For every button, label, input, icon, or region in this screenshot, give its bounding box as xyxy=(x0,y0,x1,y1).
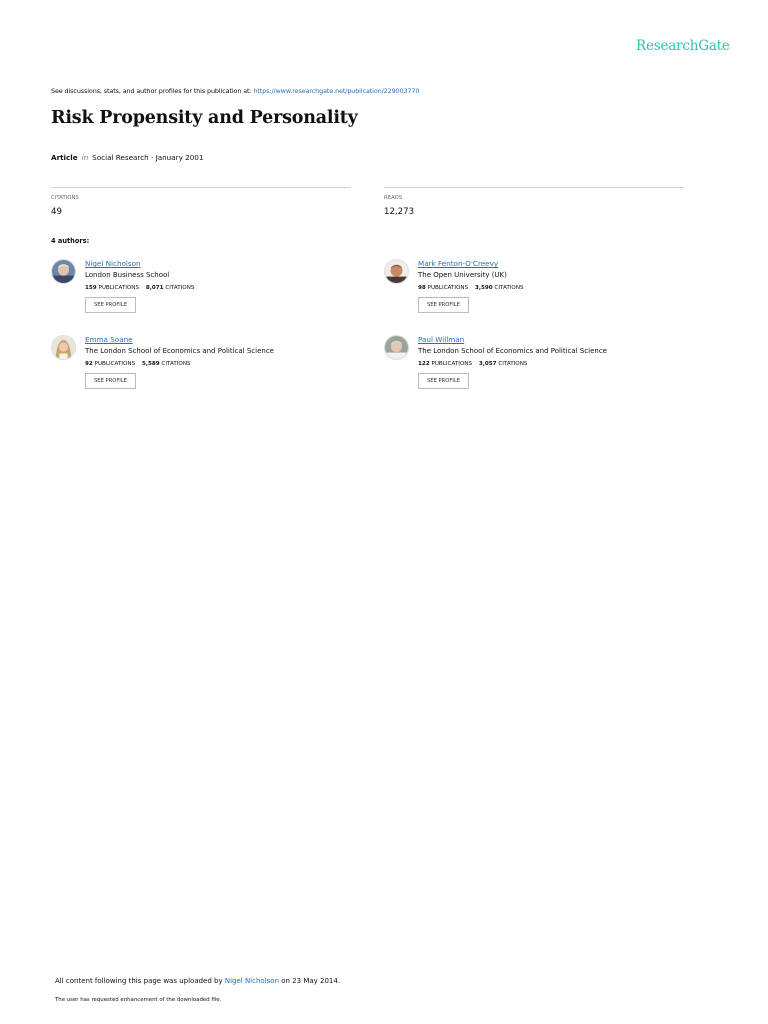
publications-count: 92 xyxy=(85,361,93,367)
publications-count: 159 xyxy=(85,285,97,291)
author-institution: The London School of Economics and Polit… xyxy=(85,347,274,355)
author-card: Nigel Nicholson London Business School 1… xyxy=(51,259,351,329)
citations-count: 5,589 xyxy=(141,361,160,367)
citations-label: CITATIONS xyxy=(51,195,79,201)
author-institution: The Open University (UK) xyxy=(418,271,507,279)
citations-count: 3,590 xyxy=(474,285,493,291)
upload-suffix: on 23 May 2014. xyxy=(279,977,341,985)
publications-count: 98 xyxy=(418,285,426,291)
publication-meta: Article in Social Research · January 2001 xyxy=(51,153,203,162)
author-stats: 122 PUBLICATIONS 3,057 CITATIONS xyxy=(418,361,607,367)
author-stats: 159 PUBLICATIONS 8,071 CITATIONS xyxy=(85,285,199,291)
see-profile-button[interactable]: SEE PROFILE xyxy=(418,373,469,389)
upload-notice: All content following this page was uplo… xyxy=(55,977,340,985)
author-institution: London Business School xyxy=(85,271,170,279)
author-card: Mark Fenton-O'Creevy The Open University… xyxy=(384,259,684,329)
citations-count: 3,057 xyxy=(478,361,497,367)
publication-title: Risk Propensity and Personality xyxy=(51,108,358,128)
author-avatar[interactable] xyxy=(384,335,409,360)
reads-value: 12,273 xyxy=(384,207,415,217)
reads-stat: READS 12,273 xyxy=(384,187,684,217)
publication-type: Article xyxy=(51,153,78,162)
publication-link[interactable]: https://www.researchgate.net/publication… xyxy=(253,87,419,95)
see-profile-button[interactable]: SEE PROFILE xyxy=(85,297,136,313)
author-stats: 98 PUBLICATIONS 3,590 CITATIONS xyxy=(418,285,529,291)
uploader-link[interactable]: Nigel Nicholson xyxy=(225,977,279,985)
citations-value: 49 xyxy=(51,207,62,217)
publications-label: PUBLICATIONS xyxy=(427,285,469,291)
author-name[interactable]: Mark Fenton-O'Creevy xyxy=(418,259,529,268)
publications-label: PUBLICATIONS xyxy=(98,285,140,291)
author-avatar[interactable] xyxy=(384,259,409,284)
citations-stat: CITATIONS 49 xyxy=(51,187,351,217)
reads-label: READS xyxy=(384,195,403,201)
author-stats: 92 PUBLICATIONS 5,589 CITATIONS xyxy=(85,361,274,367)
see-profile-button[interactable]: SEE PROFILE xyxy=(418,297,469,313)
citations-count: 8,071 xyxy=(145,285,164,291)
in-word: in xyxy=(81,153,89,162)
publications-count: 122 xyxy=(418,361,430,367)
author-avatar[interactable] xyxy=(51,259,76,284)
publication-venue: Social Research · January 2001 xyxy=(92,153,204,162)
author-card: Emma Soane The London School of Economic… xyxy=(51,335,351,405)
enhancement-note: The user has requested enhancement of th… xyxy=(55,997,222,1003)
upload-prefix: All content following this page was uplo… xyxy=(55,977,225,985)
researchgate-logo[interactable]: ResearchGate xyxy=(636,38,730,54)
publications-label: PUBLICATIONS xyxy=(94,361,136,367)
author-avatar[interactable] xyxy=(51,335,76,360)
discussion-text: See discussions, stats, and author profi… xyxy=(51,87,254,95)
author-name[interactable]: Paul Willman xyxy=(418,335,607,344)
citations-label: CITATIONS xyxy=(161,361,191,367)
see-profile-button[interactable]: SEE PROFILE xyxy=(85,373,136,389)
author-name[interactable]: Emma Soane xyxy=(85,335,274,344)
citations-label: CITATIONS xyxy=(494,285,524,291)
publications-label: PUBLICATIONS xyxy=(431,361,473,367)
authors-heading: 4 authors: xyxy=(51,237,90,245)
citations-label: CITATIONS xyxy=(165,285,195,291)
author-name[interactable]: Nigel Nicholson xyxy=(85,259,199,268)
discussion-line: See discussions, stats, and author profi… xyxy=(51,87,419,95)
citations-label: CITATIONS xyxy=(498,361,528,367)
author-institution: The London School of Economics and Polit… xyxy=(418,347,607,355)
author-card: Paul Willman The London School of Econom… xyxy=(384,335,684,405)
